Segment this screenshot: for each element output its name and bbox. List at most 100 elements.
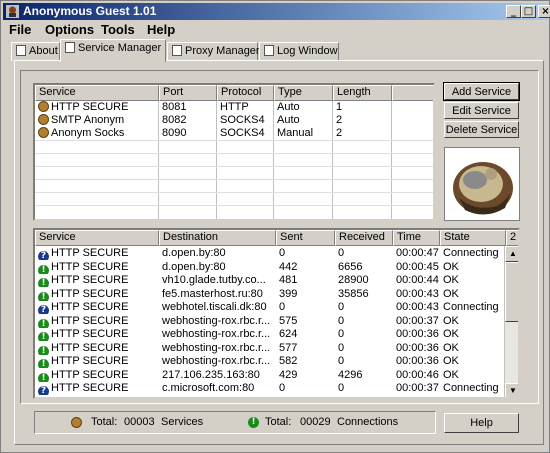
connection-row[interactable]: ? HTTP SECURE webhotel.tiscali.dk:80 0 0 00:0… (35, 301, 504, 314)
connection-cell: 28900 (335, 274, 393, 287)
connection-cell-text: 0 (279, 301, 286, 313)
connection-cell-text: 35856 (338, 287, 369, 300)
col-state[interactable]: State (440, 230, 506, 246)
connection-cell: 442 (276, 261, 335, 274)
col-length[interactable]: Length (333, 85, 392, 101)
grid-line (35, 153, 433, 154)
service-row[interactable]: SMTP Anonym 8082 SOCKS4 Auto 2 (35, 114, 433, 127)
col-type[interactable]: Type (274, 85, 333, 101)
connection-cell: webhosting-rox.rbc.r... (159, 342, 276, 355)
connection-cell-text: 0 (338, 301, 345, 313)
document-icon (65, 42, 75, 53)
service-cell: Auto (274, 114, 333, 127)
col-empty (392, 85, 433, 101)
menu-help[interactable]: Help (147, 22, 175, 37)
globe-hand-icon (445, 148, 519, 220)
grid-line (35, 205, 433, 206)
connection-cell-text: 00:00:37 (396, 382, 439, 394)
col-conn-service[interactable]: Service (35, 230, 159, 246)
connection-cell: OK (440, 369, 504, 382)
services-list[interactable]: Service Port Protocol Type Length HTTP S… (33, 83, 435, 221)
connections-scrollbar[interactable]: ▲ ▼ (504, 246, 518, 397)
connection-cell: webhosting-rox.rbc.r... (159, 315, 276, 328)
service-cell-text: 8082 (162, 114, 187, 126)
title-bar[interactable]: Anonymous Guest 1.01 _ □ × (3, 3, 550, 20)
connections-list[interactable]: Service Destination Sent Received Time S… (33, 228, 520, 399)
tab-service-manager-label: Service Manager (78, 42, 162, 54)
service-cell: SOCKS4 (217, 114, 274, 127)
connection-row[interactable]: ! HTTP SECURE vh10.glade.tutby.co... 481 289… (35, 274, 504, 287)
connection-cell: 0 (276, 301, 335, 314)
col-extra[interactable]: 2 (506, 230, 518, 246)
connection-cell-text: HTTP SECURE (51, 260, 129, 273)
col-destination[interactable]: Destination (159, 230, 276, 246)
connection-cell-text: 0 (338, 355, 345, 367)
connection-cell: 0 (335, 342, 393, 355)
edit-service-button[interactable]: Edit Service (444, 102, 519, 119)
tab-proxy-manager[interactable]: Proxy Manager (167, 42, 260, 61)
connection-row[interactable]: ? HTTP SECURE d.open.by:80 0 0 00:00:47 Connec… (35, 247, 504, 260)
connection-cell-text: 0 (338, 328, 345, 340)
menu-tools[interactable]: Tools (101, 22, 135, 37)
connection-cell: 00:00:36 (393, 355, 440, 368)
connection-cell: OK (440, 328, 504, 341)
connection-cell: 0 (335, 328, 393, 341)
status-ok-icon: ! (38, 359, 49, 368)
connection-cell-text: 582 (279, 355, 298, 367)
delete-service-button[interactable]: Delete Service (444, 121, 519, 138)
connection-cell: 624 (276, 328, 335, 341)
menu-options[interactable]: Options (45, 22, 94, 37)
tab-service-manager[interactable]: Service Manager (60, 39, 166, 62)
connection-row[interactable]: ! HTTP SECURE 217.106.235.163:80 429 4296 00:… (35, 369, 504, 382)
connection-row[interactable]: ! HTTP SECURE webhosting-rox.rbc.r... 577 0 0… (35, 342, 504, 355)
connection-cell: ! HTTP SECURE (35, 355, 159, 368)
connection-row[interactable]: ! HTTP SECURE webhosting-rox.rbc.r... 582 0 0… (35, 355, 504, 368)
connection-cell: OK (440, 274, 504, 287)
service-row[interactable]: HTTP SECURE 8081 HTTP Auto 1 (35, 101, 433, 114)
connection-row[interactable]: ? HTTP SECURE c.microsoft.com:80 0 0 00:00:37… (35, 382, 504, 395)
tab-log-window[interactable]: Log Window (259, 42, 339, 61)
connection-cell: ! HTTP SECURE (35, 315, 159, 328)
col-time[interactable]: Time (393, 230, 440, 246)
close-button[interactable]: × (538, 5, 550, 18)
add-service-button[interactable]: Add Service (443, 82, 520, 101)
col-port[interactable]: Port (159, 85, 217, 101)
connection-row[interactable]: ! HTTP SECURE d.open.by:80 442 6656 00:00:45 O… (35, 261, 504, 274)
connection-row[interactable]: ! HTTP SECURE fe5.masterhost.ru:80 399 35856… (35, 288, 504, 301)
connection-cell: d.open.by:80 (159, 261, 276, 274)
connection-cell: 0 (335, 355, 393, 368)
service-cell: 8082 (159, 114, 217, 127)
connection-cell-text: webhosting-rox.rbc.r... (162, 355, 271, 367)
connection-cell: c.microsoft.com:80 (159, 382, 276, 395)
status-ok-icon: ! (38, 264, 49, 274)
scroll-down-button[interactable]: ▼ (505, 383, 518, 397)
service-cell: Auto (274, 101, 333, 114)
connection-cell: 399 (276, 288, 335, 301)
connection-cell: ? HTTP SECURE (35, 301, 159, 314)
grid-line (35, 192, 433, 193)
service-cell: HTTP SECURE (35, 101, 159, 114)
connection-row[interactable]: ! HTTP SECURE webhosting-rox.rbc.r... 575 0 0… (35, 315, 504, 328)
services-icon (71, 417, 82, 428)
help-button[interactable]: Help (444, 413, 519, 433)
menu-file[interactable]: File (9, 22, 31, 37)
maximize-button[interactable]: □ (521, 5, 536, 18)
connection-cell: 0 (335, 382, 393, 395)
col-received[interactable]: Received (335, 230, 393, 246)
col-protocol[interactable]: Protocol (217, 85, 274, 101)
connection-cell-text: HTTP SECURE (51, 314, 129, 327)
connection-cell-text: c.microsoft.com:80 (162, 382, 255, 394)
connection-cell-text: webhosting-rox.rbc.r... (162, 341, 271, 354)
minimize-button[interactable]: _ (506, 5, 521, 18)
connection-row[interactable]: ! HTTP SECURE webhosting-rox.rbc.r... 624 0 0… (35, 328, 504, 341)
col-sent[interactable]: Sent (276, 230, 335, 246)
col-service[interactable]: Service (35, 85, 159, 101)
connection-cell-text: 00:00:44 (396, 274, 439, 286)
tab-about[interactable]: About (11, 42, 60, 61)
service-cell-text: Anonym Socks (51, 127, 125, 139)
service-row[interactable]: Anonym Socks 8090 SOCKS4 Manual 2 (35, 127, 433, 140)
scroll-thumb[interactable] (505, 262, 518, 322)
connections-ok-icon: ! (248, 417, 259, 428)
connection-cell-text: 28900 (338, 274, 369, 286)
scroll-up-button[interactable]: ▲ (505, 246, 518, 262)
